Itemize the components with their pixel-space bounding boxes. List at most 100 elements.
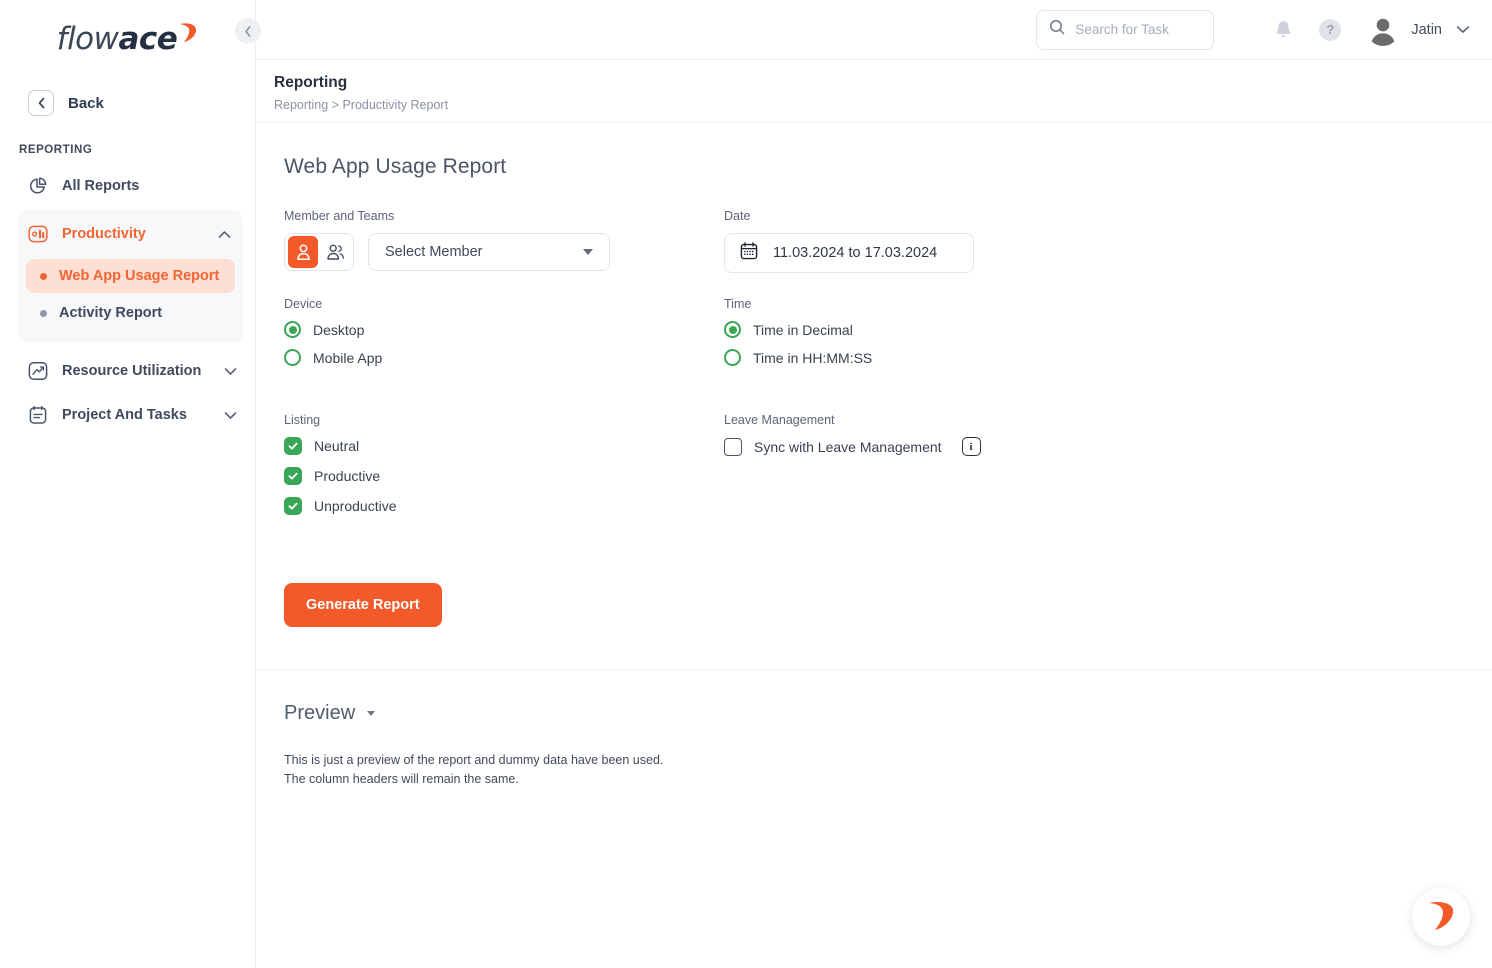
radio-time-hhmmss[interactable]: Time in HH:MM:SS <box>724 349 1492 366</box>
date-range-value: 11.03.2024 to 17.03.2024 <box>773 245 938 261</box>
field-time: Time Time in Decimal Time in HH:MM:SS <box>724 297 1492 377</box>
sidebar-item-all-reports[interactable]: All Reports <box>0 164 255 208</box>
sidebar-item-project-and-tasks[interactable]: Project And Tasks <box>0 393 255 437</box>
check-icon <box>284 497 302 515</box>
page-header: Reporting Reporting > Productivity Repor… <box>256 60 1492 123</box>
page-title: Reporting <box>274 74 348 91</box>
radio-label: Mobile App <box>313 349 383 366</box>
bar-chart-icon <box>27 223 49 245</box>
sidebar-section-reporting: REPORTING <box>19 144 93 156</box>
logo-text-ace: ace <box>118 21 178 57</box>
chevron-down-icon <box>224 367 237 376</box>
radio-label: Time in HH:MM:SS <box>753 349 873 366</box>
sidebar-item-label: Resource Utilization <box>62 363 202 379</box>
radio-icon-unselected <box>284 349 301 366</box>
search-input[interactable] <box>1075 22 1196 37</box>
main-content: ? Jatin Reporting Reporting > Productivi… <box>235 0 1492 968</box>
checkbox-unproductive[interactable]: Unproductive <box>284 497 724 515</box>
app-logo[interactable]: flowace <box>0 0 255 84</box>
sidebar-item-web-app-usage-report[interactable]: Web App Usage Report <box>26 259 235 293</box>
sidebar-item-label: Productivity <box>62 226 146 242</box>
chevron-down-icon <box>224 411 237 420</box>
chevron-left-icon <box>245 25 251 37</box>
radio-label: Time in Decimal <box>753 321 853 338</box>
back-button[interactable]: Back <box>0 84 255 122</box>
calendar-icon <box>739 241 759 266</box>
checkbox-neutral[interactable]: Neutral <box>284 437 724 455</box>
chevron-up-icon <box>218 230 231 239</box>
field-label: Listing <box>284 413 321 427</box>
checkbox-unchecked-icon <box>724 437 742 456</box>
boomerang-icon <box>178 15 198 42</box>
pie-chart-icon <box>27 175 49 197</box>
radio-icon-selected <box>724 321 741 338</box>
preview-note-line-2: The column headers will remain the same. <box>284 772 519 787</box>
topbar: ? Jatin <box>256 0 1492 60</box>
single-member-icon[interactable] <box>288 236 318 268</box>
sidebar-item-activity-report[interactable]: Activity Report <box>26 296 235 330</box>
check-icon <box>284 467 302 485</box>
team-members-icon[interactable] <box>320 236 350 268</box>
radio-icon-selected <box>284 321 301 338</box>
member-team-toggle[interactable] <box>284 233 354 271</box>
sidebar-item-label: Project And Tasks <box>62 407 187 423</box>
chevron-left-icon <box>28 90 54 116</box>
bullet-dot-icon <box>40 272 47 280</box>
report-title: Web App Usage Report <box>284 155 507 178</box>
avatar[interactable] <box>1367 13 1400 46</box>
checkbox-label: Productive <box>314 468 381 484</box>
checkbox-productive[interactable]: Productive <box>284 467 724 485</box>
notification-bell-icon[interactable] <box>1274 19 1293 40</box>
sidebar-subitem-label: Web App Usage Report <box>59 268 220 284</box>
field-date: Date 11.03.2024 to 17.03.2024 <box>724 209 1492 273</box>
generate-report-button[interactable]: Generate Report <box>284 583 442 627</box>
sidebar-group-productivity: Productivity Web App Usage Report Activi… <box>18 210 243 343</box>
form-grid: Member and Teams Select Member Date 11.0… <box>284 209 1492 551</box>
user-name-label: Jatin <box>1411 21 1442 38</box>
search-icon <box>1049 19 1065 40</box>
preview-title: Preview <box>284 702 356 724</box>
calendar-list-icon <box>27 404 49 426</box>
report-form: Web App Usage Report Member and Teams Se… <box>256 123 1492 627</box>
sidebar-collapse-button[interactable] <box>235 18 261 44</box>
radio-time-decimal[interactable]: Time in Decimal <box>724 321 1492 338</box>
field-leave-management: Leave Management Sync with Leave Managem… <box>724 413 1492 527</box>
bullet-dot-icon <box>40 309 47 317</box>
field-label: Member and Teams <box>284 209 395 223</box>
chevron-down-icon[interactable] <box>1456 25 1470 34</box>
field-label: Device <box>284 297 323 311</box>
preview-note-line-1: This is just a preview of the report and… <box>284 753 664 767</box>
field-label: Time <box>724 297 752 311</box>
checkbox-label: Sync with Leave Management <box>754 438 942 455</box>
preview-header[interactable]: Preview <box>256 670 1492 725</box>
member-select-value: Select Member <box>385 244 483 260</box>
sidebar-item-productivity[interactable]: Productivity <box>18 212 243 256</box>
sidebar-item-label: All Reports <box>62 178 140 194</box>
field-label: Leave Management <box>724 413 835 427</box>
chevron-down-icon <box>583 249 593 255</box>
checkbox-label: Unproductive <box>314 498 397 514</box>
field-listing: Listing Neutral Productive Unproductive <box>284 413 724 527</box>
checkbox-label: Neutral <box>314 438 360 454</box>
preview-note: This is just a preview of the report and… <box>256 725 1492 790</box>
breadcrumb: Reporting > Productivity Report <box>274 98 449 112</box>
chevron-down-icon[interactable] <box>367 711 376 716</box>
search-box[interactable] <box>1036 9 1215 50</box>
sidebar-item-resource-utilization[interactable]: Resource Utilization <box>0 349 255 393</box>
boomerang-icon <box>1426 898 1456 936</box>
radio-desktop[interactable]: Desktop <box>284 321 724 338</box>
radio-mobile-app[interactable]: Mobile App <box>284 349 724 366</box>
sidebar: flowace Back REPORTING All Reports Produ… <box>0 0 256 968</box>
member-select[interactable]: Select Member <box>368 233 610 271</box>
field-member-and-teams: Member and Teams Select Member <box>284 209 724 273</box>
sidebar-subitem-label: Activity Report <box>59 305 163 321</box>
checkbox-sync-leave-management[interactable]: Sync with Leave Management i <box>724 437 1492 456</box>
floating-brand-widget[interactable] <box>1412 888 1470 946</box>
date-range-picker[interactable]: 11.03.2024 to 17.03.2024 <box>724 233 974 273</box>
help-icon[interactable]: ? <box>1319 18 1342 41</box>
app-root: flowace Back REPORTING All Reports Produ… <box>0 0 1492 968</box>
radio-icon-unselected <box>724 349 741 366</box>
logo-text-flow: flow <box>56 21 119 57</box>
check-icon <box>284 437 302 455</box>
info-icon[interactable]: i <box>961 437 981 456</box>
